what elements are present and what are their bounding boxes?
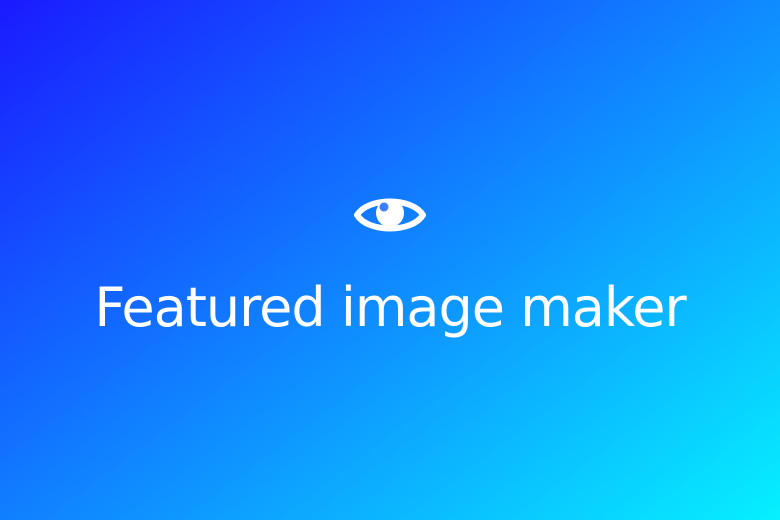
featured-image-canvas: Featured image maker bbox=[0, 0, 780, 520]
eye-iris bbox=[376, 199, 404, 227]
eye-icon bbox=[354, 189, 426, 241]
eye-highlight bbox=[379, 202, 389, 212]
banner-title: Featured image maker bbox=[94, 276, 686, 339]
